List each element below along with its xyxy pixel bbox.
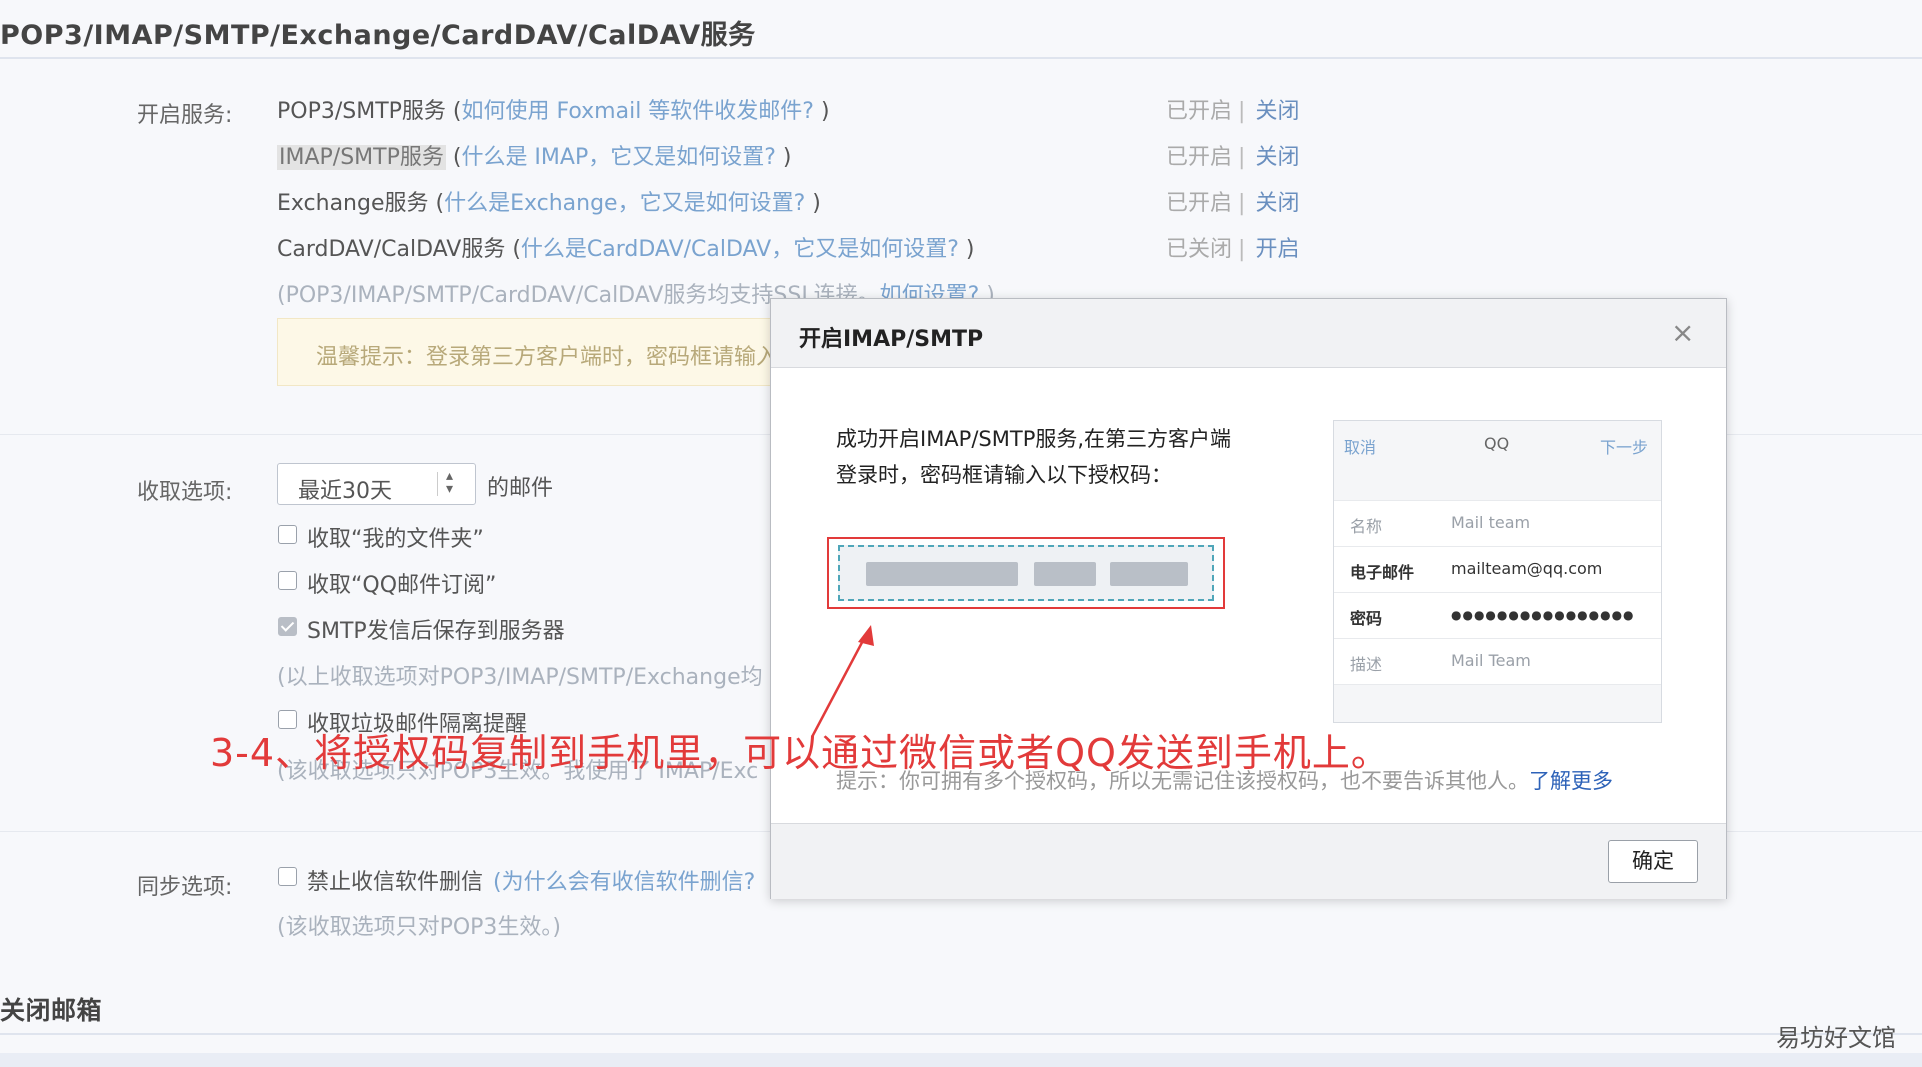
annotation-text: 3-4、将授权码复制到手机里，可以通过微信或者QQ发送到手机上。 <box>210 731 1390 775</box>
watermark: 易坊好文馆 <box>1776 1024 1896 1052</box>
annotation-arrow <box>810 625 874 738</box>
